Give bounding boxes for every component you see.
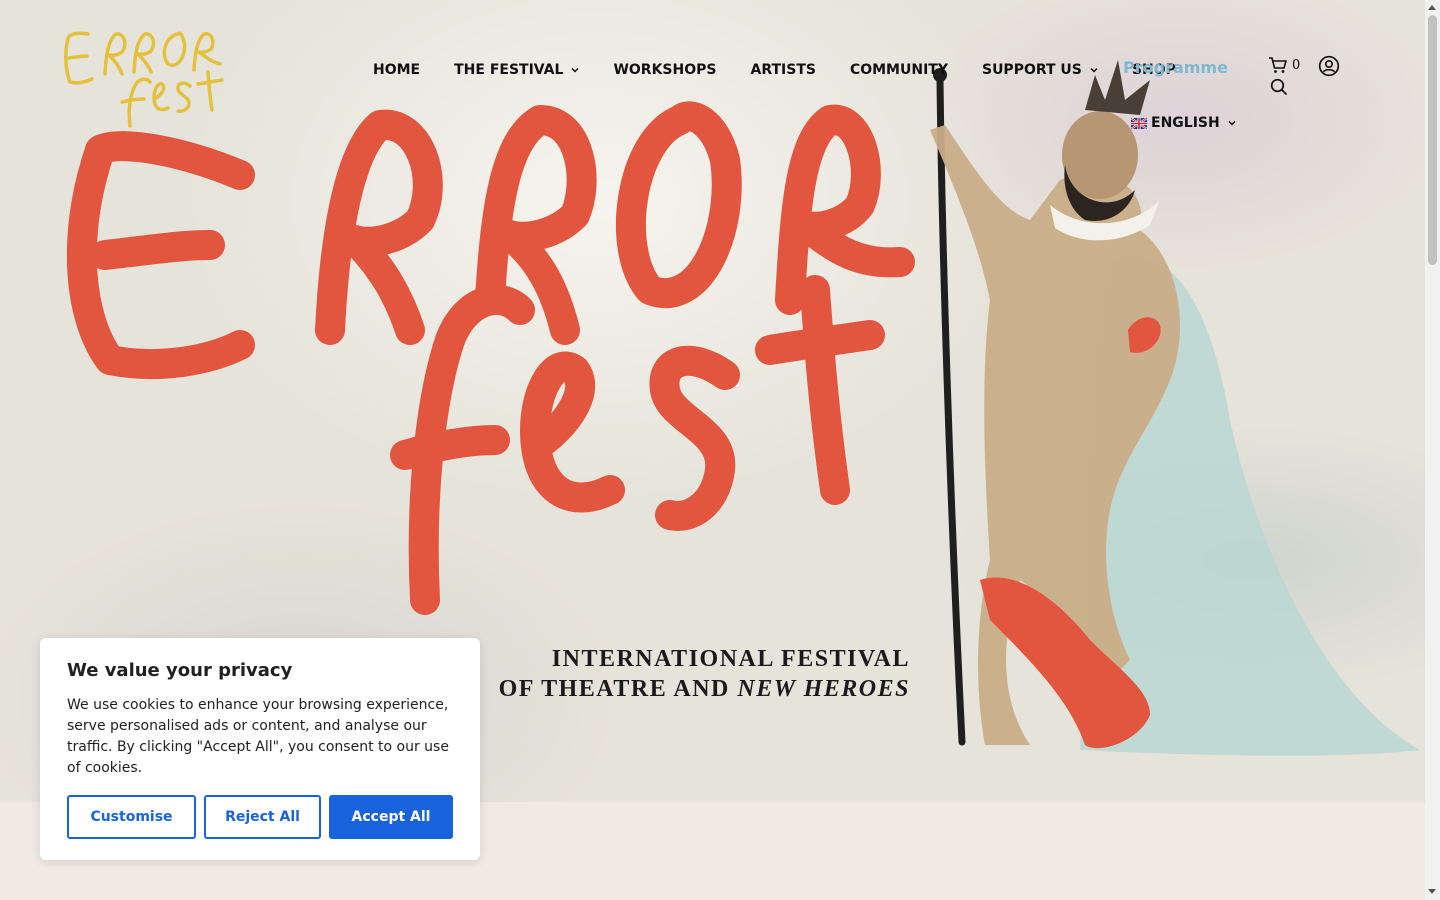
site-logo[interactable] <box>60 24 240 128</box>
language-label: ENGLISH <box>1151 115 1220 131</box>
customise-button[interactable]: Customise <box>67 795 196 839</box>
nav-item-artists[interactable]: ARTISTS <box>750 62 815 78</box>
nav-item-community[interactable]: COMMUNITY <box>850 62 948 78</box>
account-icon[interactable] <box>1318 55 1340 77</box>
scroll-up-arrow-icon[interactable] <box>1428 5 1436 10</box>
nav-label: HOME <box>373 62 421 78</box>
main-nav: HOME THE FESTIVAL WORKSHOPS ARTISTS COMM… <box>356 58 1193 82</box>
cookie-buttons: Customise Reject All Accept All <box>67 795 453 839</box>
cookie-title: We value your privacy <box>67 660 293 681</box>
nav-label: COMMUNITY <box>849 62 948 78</box>
tagline-line-1: INTERNATIONAL FESTIVAL <box>551 646 910 672</box>
reject-all-button[interactable]: Reject All <box>204 795 321 839</box>
nav-label: THE FESTIVAL <box>454 62 564 78</box>
cookie-consent-banner: We value your privacy We use cookies to … <box>40 638 480 860</box>
nav-label: SUPPORT US <box>981 62 1082 78</box>
hero-tagline: INTERNATIONAL FESTIVAL OF THEATRE AND NE… <box>486 644 910 704</box>
nav-label: WORKSHOPS <box>613 62 717 78</box>
search-icon[interactable] <box>1270 78 1288 96</box>
cookie-body: We use cookies to enhance your browsing … <box>67 697 449 776</box>
nav-label: ARTISTS <box>750 62 816 78</box>
accept-all-button[interactable]: Accept All <box>329 795 453 839</box>
chevron-down-icon <box>1090 67 1098 73</box>
hero-error-fest-title <box>66 101 915 615</box>
nav-item-support-us[interactable]: SUPPORT US <box>982 62 1098 78</box>
cart-button[interactable]: 0 <box>1268 56 1300 74</box>
scroll-down-arrow-icon[interactable] <box>1428 889 1436 894</box>
tagline-line-2: OF THEATRE AND NEW HEROES <box>486 674 910 704</box>
scrollbar-thumb[interactable] <box>1428 15 1437 265</box>
tagline-line-2-emphasis: NEW HEROES <box>737 676 910 702</box>
nav-item-programme[interactable]: Programme <box>1123 58 1228 77</box>
cart-icon <box>1269 57 1287 73</box>
nav-item-workshops[interactable]: WORKSHOPS <box>613 62 716 78</box>
language-switcher[interactable]: ENGLISH <box>1131 115 1236 131</box>
chevron-down-icon <box>1228 120 1236 126</box>
page-scrollbar[interactable] <box>1425 0 1440 900</box>
nav-item-the-festival[interactable]: THE FESTIVAL <box>454 62 579 78</box>
chevron-down-icon <box>571 67 579 73</box>
cart-count: 0 <box>1292 57 1301 73</box>
uk-flag-icon <box>1131 117 1147 129</box>
nav-item-home[interactable]: HOME <box>373 62 420 78</box>
tagline-line-2-prefix: OF THEATRE AND <box>498 676 738 702</box>
